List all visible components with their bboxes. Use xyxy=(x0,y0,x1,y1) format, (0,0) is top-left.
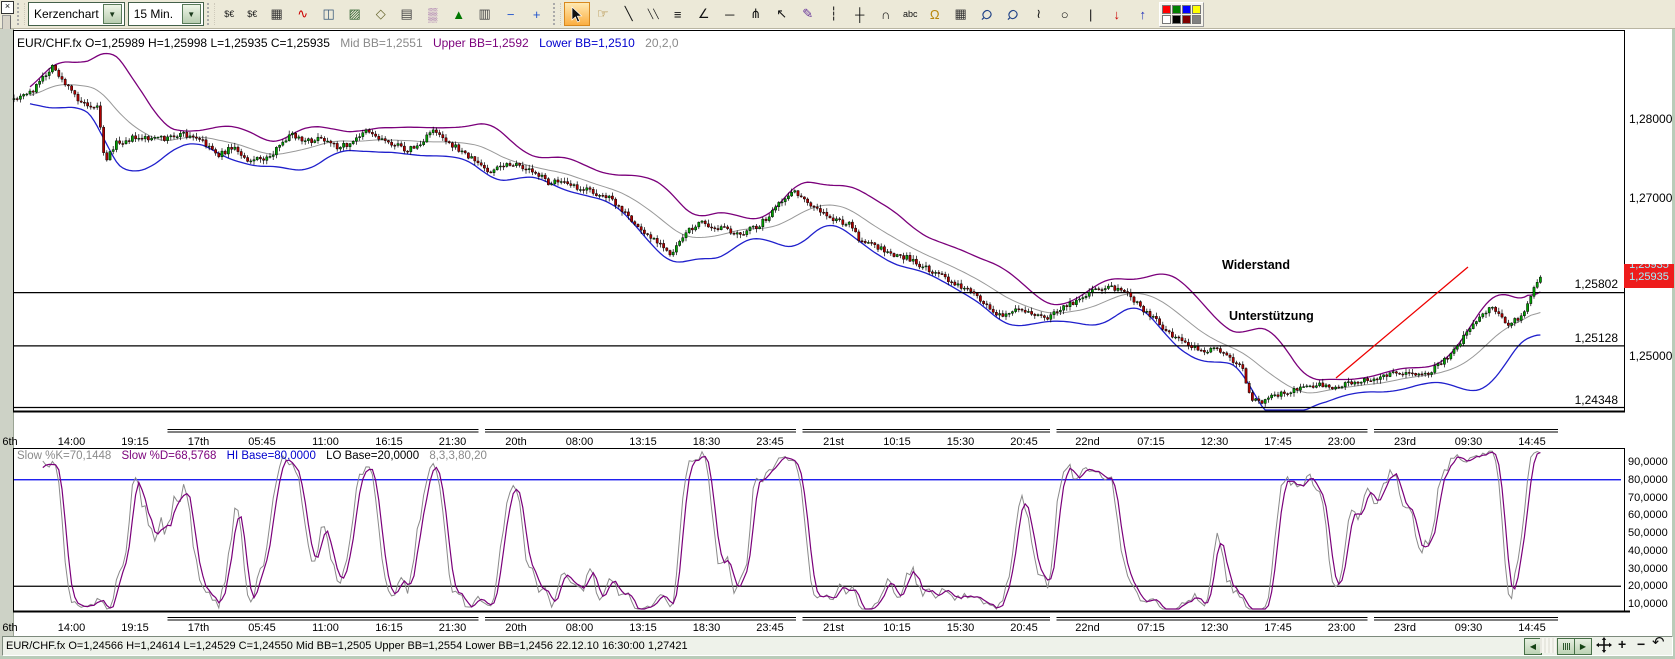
time-tick-label: 05:45 xyxy=(248,436,276,448)
stoch-params: 8,3,3,80,20 xyxy=(429,450,487,462)
undo-zoom-button[interactable]: ↶ xyxy=(1652,636,1665,650)
mid-bb-readout: Mid BB=1,2551 xyxy=(340,36,422,50)
last-price-value: 1,25935 xyxy=(1624,271,1674,283)
chart-window: × Kerzenchart ▼ 15 Min. ▼ $€$€▦∿◫▨◇▤▒▲▥−… xyxy=(0,0,1675,659)
status-readout: EUR/CHF.fx O=1,24566 H=1,24614 L=1,24529… xyxy=(6,640,688,652)
time-tick-label: 13:15 xyxy=(629,622,657,634)
stoch-tick-label: 30,0000 xyxy=(1628,563,1668,575)
stoch-hi-readout: HI Base=80,0000 xyxy=(227,450,316,462)
stoch-tick-label: 50,0000 xyxy=(1628,527,1668,539)
time-tick-label: 6th xyxy=(2,436,17,448)
stoch-k-readout: Slow %K=70,1448 xyxy=(17,450,111,462)
stoch-tick-label: 10,0000 xyxy=(1628,598,1668,610)
time-tick-label: 17:45 xyxy=(1264,622,1292,634)
upper-bb-readout: Upper BB=1,2592 xyxy=(433,36,529,50)
scroll-right-button[interactable]: ▶ xyxy=(1574,638,1592,655)
time-tick-label: 14:00 xyxy=(58,436,86,448)
time-tick-label: 20th xyxy=(505,622,526,634)
time-tick-label: 20:45 xyxy=(1010,622,1038,634)
time-tick-label: 09:30 xyxy=(1455,622,1483,634)
price-tick-label: 1,28000 xyxy=(1629,112,1672,126)
scrollbar-track[interactable] xyxy=(1540,638,1557,653)
time-tick-label: 14:00 xyxy=(58,622,86,634)
stoch-tick-label: 40,0000 xyxy=(1628,545,1668,557)
price-tick-label: 1,27000 xyxy=(1629,191,1672,205)
scrollbar-thumb-button[interactable] xyxy=(1557,638,1575,655)
time-tick-label: 11:00 xyxy=(312,436,339,448)
time-tick-label: 19:15 xyxy=(121,622,149,634)
stoch-tick-label: 80,0000 xyxy=(1628,474,1668,486)
time-tick-label: 13:15 xyxy=(629,436,657,448)
chart-canvas[interactable] xyxy=(0,0,1675,659)
time-tick-label: 14:45 xyxy=(1518,436,1546,448)
stoch-lo-readout: LO Base=20,0000 xyxy=(326,450,419,462)
support-price-label: 1,25128 xyxy=(1538,331,1618,345)
time-tick-label: 05:45 xyxy=(248,622,276,634)
time-tick-label: 14:45 xyxy=(1518,622,1546,634)
last-price-secondary: 1,25935 xyxy=(1624,264,1674,271)
time-tick-label: 15:30 xyxy=(947,622,975,634)
time-tick-label: 12:30 xyxy=(1201,622,1229,634)
time-tick-label: 23rd xyxy=(1394,436,1416,448)
time-tick-label: 12:30 xyxy=(1201,436,1229,448)
time-tick-label: 07:15 xyxy=(1137,622,1165,634)
time-tick-label: 21:30 xyxy=(439,622,467,634)
resistance-label: Widerstand xyxy=(1222,258,1290,272)
time-tick-label: 23rd xyxy=(1394,622,1416,634)
time-tick-label: 10:15 xyxy=(883,436,911,448)
time-tick-label: 08:00 xyxy=(566,436,594,448)
time-tick-label: 23:00 xyxy=(1328,622,1356,634)
stoch-tick-label: 90,0000 xyxy=(1628,456,1668,468)
bb-params: 20,2,0 xyxy=(645,36,678,50)
time-tick-label: 16:15 xyxy=(375,622,403,634)
time-tick-label: 23:45 xyxy=(756,622,784,634)
lower-bb-readout: Lower BB=1,2510 xyxy=(539,36,635,50)
time-tick-label: 18:30 xyxy=(693,436,721,448)
stoch-header: Slow %K=70,1448 Slow %D=68,5768 HI Base=… xyxy=(17,450,494,462)
time-tick-label: 17th xyxy=(188,622,209,634)
time-tick-label: 16:15 xyxy=(375,436,403,448)
time-tick-label: 15:30 xyxy=(947,436,975,448)
support-label: Unterstützung xyxy=(1229,309,1314,323)
time-tick-label: 20:45 xyxy=(1010,436,1038,448)
time-tick-label: 17:45 xyxy=(1264,436,1292,448)
time-tick-label: 6th xyxy=(2,622,17,634)
stoch-tick-label: 20,0000 xyxy=(1628,580,1668,592)
scroll-right-icon: ▶ xyxy=(1580,642,1586,651)
time-tick-label: 19:15 xyxy=(121,436,149,448)
time-tick-label: 23:45 xyxy=(756,436,784,448)
stoch-tick-label: 70,0000 xyxy=(1628,492,1668,504)
last-price-badge: 1,25935 1,25935 xyxy=(1624,264,1674,288)
time-tick-label: 09:30 xyxy=(1455,436,1483,448)
pan-icon[interactable] xyxy=(1596,637,1612,653)
time-tick-label: 21st xyxy=(823,622,844,634)
time-tick-label: 18:30 xyxy=(693,622,721,634)
time-tick-label: 21st xyxy=(823,436,844,448)
zoom-in-button[interactable]: + xyxy=(1618,637,1626,651)
time-tick-label: 22nd xyxy=(1075,436,1099,448)
time-tick-label: 22nd xyxy=(1075,622,1099,634)
swing-low-price-label: 1,24348 xyxy=(1538,393,1618,407)
time-tick-label: 21:30 xyxy=(439,436,467,448)
time-tick-label: 07:15 xyxy=(1137,436,1165,448)
time-tick-label: 20th xyxy=(505,436,526,448)
time-tick-label: 08:00 xyxy=(566,622,594,634)
stoch-tick-label: 60,0000 xyxy=(1628,509,1668,521)
time-tick-label: 10:15 xyxy=(883,622,911,634)
scrollbar-thumb-icon xyxy=(1563,643,1570,650)
chart-header: EUR/CHF.fx O=1,25989 H=1,25998 L=1,25935… xyxy=(17,36,686,50)
stoch-d-readout: Slow %D=68,5768 xyxy=(122,450,217,462)
time-tick-label: 11:00 xyxy=(312,622,339,634)
price-tick-label: 1,25000 xyxy=(1629,349,1672,363)
time-tick-label: 17th xyxy=(188,436,209,448)
ohlc-readout: EUR/CHF.fx O=1,25989 H=1,25998 L=1,25935… xyxy=(17,36,330,50)
zoom-out-button[interactable]: − xyxy=(1637,637,1645,651)
time-tick-label: 23:00 xyxy=(1328,436,1356,448)
resistance-price-label: 1,25802 xyxy=(1538,277,1618,291)
scroll-left-icon: ◀ xyxy=(1530,642,1536,651)
